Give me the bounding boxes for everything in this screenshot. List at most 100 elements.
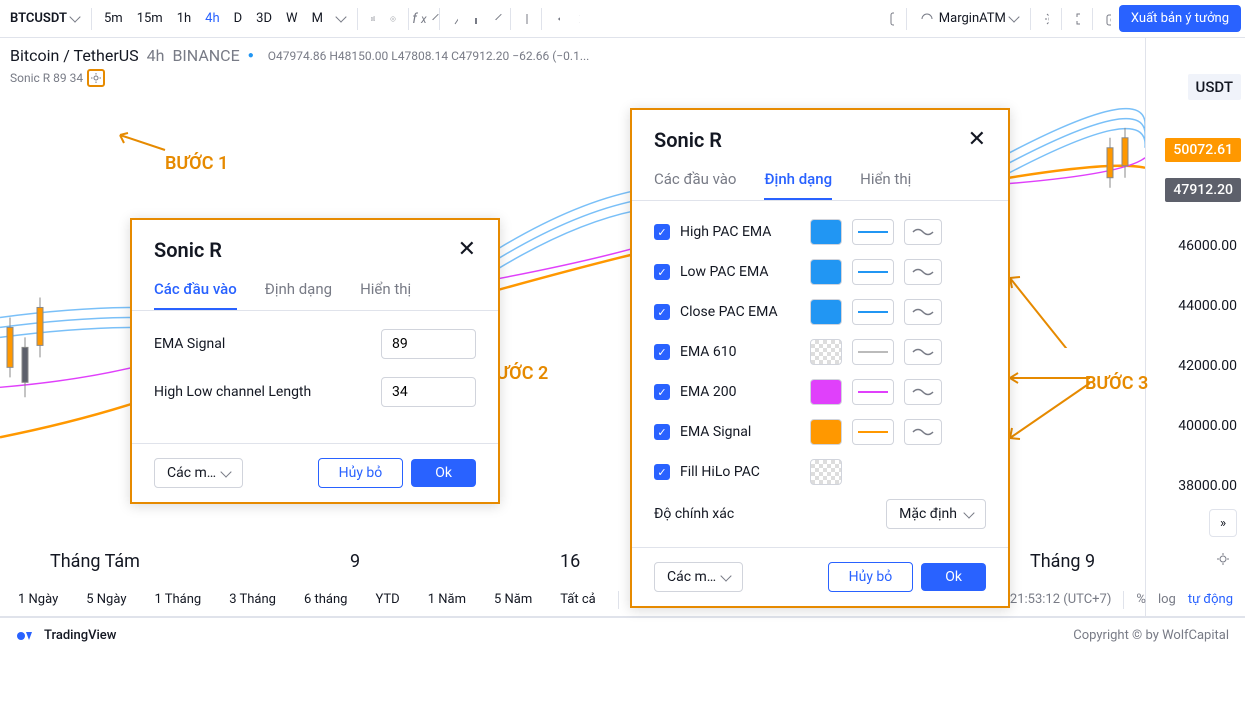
x-tick: Tháng 9 — [1030, 551, 1095, 572]
checkbox[interactable]: ✓ — [654, 464, 670, 480]
layout-icon[interactable] — [882, 10, 900, 28]
color-swatch[interactable] — [810, 459, 842, 485]
ok-button[interactable]: Ok — [411, 459, 476, 487]
line-style-picker[interactable] — [852, 339, 894, 365]
fullscreen-icon[interactable] — [1068, 10, 1086, 28]
interval-w[interactable]: W — [280, 7, 304, 30]
pct-toggle[interactable]: % — [1136, 592, 1146, 607]
tab-visibility[interactable]: Hiển thị — [360, 272, 411, 310]
style-row: ✓High PAC EMA — [654, 219, 986, 245]
line-style-picker[interactable] — [852, 259, 894, 285]
replay-icon[interactable] — [517, 10, 535, 28]
high-low-length-input[interactable] — [381, 377, 476, 407]
range-6m[interactable]: 6 tháng — [298, 588, 354, 611]
interval-1h[interactable]: 1h — [171, 7, 197, 30]
plot-type-picker[interactable] — [904, 259, 942, 285]
style-label: EMA 200 — [680, 384, 800, 400]
interval-more[interactable] — [331, 12, 351, 25]
range-5d[interactable]: 5 Ngày — [80, 588, 132, 611]
compare-icon[interactable] — [446, 10, 464, 28]
y-axis: 5xxxx.xx USDT 50072.61 47912.20 46000.00… — [1145, 38, 1245, 617]
interval-3d[interactable]: 3D — [250, 7, 278, 30]
candle-style-icon[interactable] — [364, 10, 382, 28]
color-swatch[interactable] — [810, 299, 842, 325]
interval-4h[interactable]: 4h — [199, 7, 225, 30]
dialog-title: Sonic R — [654, 128, 722, 152]
color-swatch[interactable] — [810, 379, 842, 405]
range-5y[interactable]: 5 Năm — [488, 588, 538, 611]
interval-5m[interactable]: 5m — [98, 7, 129, 30]
checkbox[interactable]: ✓ — [654, 304, 670, 320]
range-1y[interactable]: 1 Năm — [422, 588, 472, 611]
plot-type-picker[interactable] — [904, 339, 942, 365]
line-style-picker[interactable] — [852, 379, 894, 405]
ema-signal-input[interactable] — [381, 329, 476, 359]
close-icon[interactable]: ✕ — [458, 239, 476, 261]
checkbox[interactable]: ✓ — [654, 264, 670, 280]
plot-type-picker[interactable] — [904, 299, 942, 325]
expand-axis-button[interactable]: » — [1209, 509, 1237, 537]
interval-15m[interactable]: 15m — [131, 7, 169, 30]
save-layout[interactable]: MarginATM — [913, 7, 1024, 31]
precision-select[interactable]: Mặc định — [886, 499, 986, 529]
interval-m[interactable]: M — [306, 7, 329, 30]
tab-style[interactable]: Định dạng — [265, 272, 332, 310]
plot-type-picker[interactable] — [904, 379, 942, 405]
range-1m[interactable]: 1 Tháng — [148, 588, 207, 611]
plot-type-picker[interactable] — [904, 219, 942, 245]
cancel-button[interactable]: Hủy bỏ — [318, 458, 404, 488]
y-tick: 44000.00 — [1178, 298, 1237, 314]
line-style-picker[interactable] — [852, 419, 894, 445]
range-ytd[interactable]: YTD — [369, 588, 405, 611]
style-row: ✓Low PAC EMA — [654, 259, 986, 285]
indicator-settings-icon[interactable] — [87, 69, 105, 87]
dialog-title: Sonic R — [154, 238, 222, 262]
plot-type-picker[interactable] — [904, 419, 942, 445]
close-icon[interactable]: ✕ — [968, 129, 986, 151]
cancel-button[interactable]: Hủy bỏ — [828, 562, 914, 592]
redo-icon[interactable] — [568, 10, 586, 28]
ok-button[interactable]: Ok — [921, 563, 986, 591]
template-icon[interactable] — [486, 10, 504, 28]
range-1d[interactable]: 1 Ngày — [12, 588, 64, 611]
preset-dropdown[interactable]: Các m… — [654, 562, 743, 592]
fx-icon[interactable]: fx — [415, 10, 433, 28]
undo-icon[interactable] — [548, 10, 566, 28]
camera-icon[interactable] — [1099, 10, 1117, 28]
tab-inputs[interactable]: Các đầu vào — [654, 162, 736, 200]
checkbox[interactable]: ✓ — [654, 344, 670, 360]
add-indicator-icon[interactable] — [384, 10, 402, 28]
auto-toggle[interactable]: tự động — [1188, 592, 1233, 607]
tab-inputs[interactable]: Các đầu vào — [154, 272, 237, 310]
line-style-picker[interactable] — [852, 299, 894, 325]
color-swatch[interactable] — [810, 259, 842, 285]
axis-settings-icon[interactable] — [1209, 549, 1237, 569]
publish-button[interactable]: Xuất bản ý tưởng — [1119, 5, 1241, 32]
style-label: EMA 610 — [680, 344, 800, 360]
checkbox[interactable]: ✓ — [654, 384, 670, 400]
interval-d[interactable]: D — [228, 7, 249, 30]
x-tick: 16 — [560, 551, 580, 572]
checkbox[interactable]: ✓ — [654, 424, 670, 440]
color-swatch[interactable] — [810, 419, 842, 445]
time-label: 21:53:12 (UTC+7) — [1010, 592, 1112, 607]
settings-icon[interactable] — [1037, 10, 1055, 28]
symbol-picker[interactable]: BTCUSDT — [4, 7, 85, 30]
y-tick: 38000.00 — [1178, 478, 1237, 494]
price-tag-high: 50072.61 — [1165, 138, 1241, 162]
color-swatch[interactable] — [810, 339, 842, 365]
log-toggle[interactable]: log — [1158, 592, 1176, 607]
range-all[interactable]: Tất cả — [554, 588, 601, 611]
preset-dropdown[interactable]: Các m… — [154, 458, 243, 488]
line-style-picker[interactable] — [852, 219, 894, 245]
style-row: ✓Fill HiLo PAC — [654, 459, 986, 485]
checkbox[interactable]: ✓ — [654, 224, 670, 240]
exchange-label: BINANCE — [172, 46, 239, 65]
indicator-label: Sonic R 89 34 — [10, 71, 83, 85]
range-3m[interactable]: 3 Tháng — [223, 588, 282, 611]
forecast-icon[interactable] — [466, 10, 484, 28]
tab-style[interactable]: Định dạng — [764, 162, 832, 200]
color-swatch[interactable] — [810, 219, 842, 245]
tab-visibility[interactable]: Hiển thị — [860, 162, 911, 200]
annotation-step1: BƯỚC 1 — [165, 153, 228, 174]
